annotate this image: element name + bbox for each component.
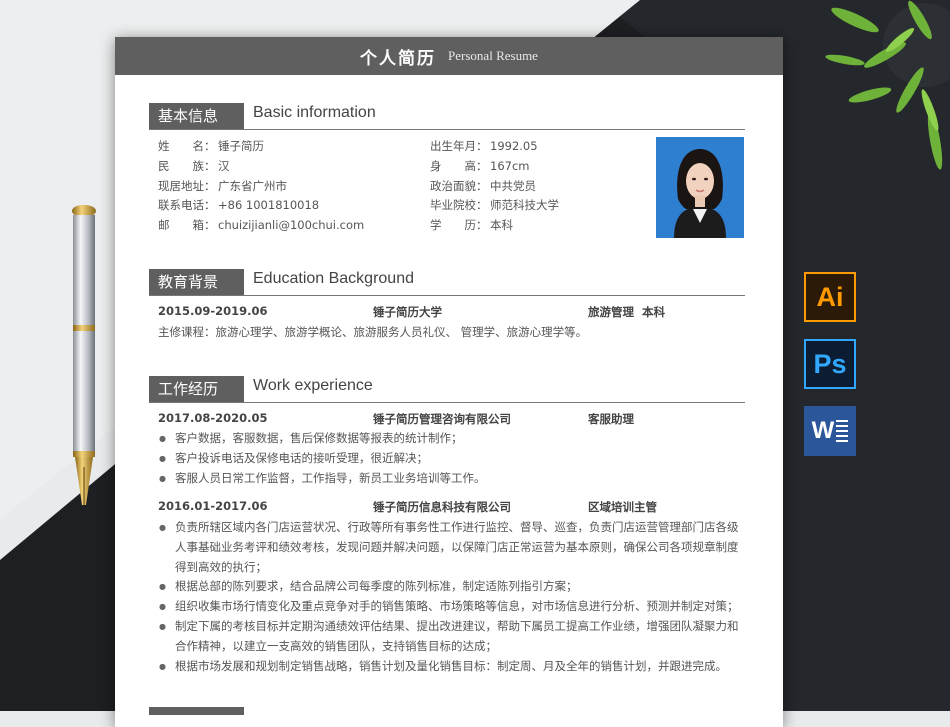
illustrator-icon-label: Ai (816, 281, 844, 312)
info-value: 167cm (490, 158, 530, 173)
education-period: 2015.09-2019.06 (158, 304, 268, 318)
info-name: 姓 名： 锤子简历 (158, 137, 364, 157)
profile-photo (656, 137, 744, 238)
info-label: 联系电话： (158, 198, 216, 213)
info-label: 现居地址： (158, 178, 216, 193)
info-value: 汉 (218, 158, 230, 173)
info-address: 现居地址： 广东省广州市 (158, 177, 364, 197)
duty-item: 客户投诉电话及保修电话的接听受理，很近解决； (159, 449, 743, 469)
basic-info-right: 出生年月： 1992.05 身 高： 167cm 政治面貌： 中共党员 毕业院校： 师范… (430, 137, 559, 236)
education-school: 锤子简历大学 (373, 305, 442, 319)
info-ethnicity: 民 族：汉 (158, 157, 364, 177)
info-height: 身 高： 167cm (430, 157, 559, 177)
job-period: 2017.08-2020.05 (158, 411, 268, 425)
section-tag: 基本信息 (149, 103, 244, 129)
resume-title-en: Personal Resume (448, 48, 538, 63)
basic-info-left: 姓 名： 锤子简历 民 族：汉 现居地址： 广东省广州市 联系电话： +86 1001… (158, 137, 364, 236)
education-major: 旅游管理 本科 (588, 305, 666, 319)
info-label: 学 历： (430, 218, 488, 233)
info-label: 邮 箱： (158, 218, 216, 233)
education-courses: 主修课程：旅游心理学、旅游学概论、旅游服务人员礼仪、 管理学、旅游心理学等。 (158, 325, 588, 339)
info-value: +86 1001810018 (218, 198, 320, 213)
job-position: 区域培训主管 (588, 500, 657, 514)
info-value: 锤子简历 (218, 139, 264, 153)
word-icon-label: W (811, 417, 835, 444)
info-value: chuizijianli@100chui.com (218, 218, 365, 233)
word-document-lines-icon (836, 420, 849, 442)
duty-item: 根据总部的陈列要求，结合品牌公司每季度的陈列标准，制定适陈列指引方案； (159, 577, 743, 597)
job-company: 锤子简历管理咨询有限公司 (373, 412, 511, 426)
info-value: 广东省广州市 (218, 178, 287, 193)
section-title-en: Basic information (253, 104, 376, 121)
section-tag: 工作经历 (149, 376, 244, 402)
info-value: 中共党员 (490, 178, 536, 193)
section-education: 教育背景 Education Background (149, 269, 745, 296)
illustrator-icon[interactable]: Ai (804, 272, 856, 322)
duty-item: 负责所辖区域内各门店运营状况、行政等所有事务性工作进行监控、督导、巡查，负责门店… (159, 518, 743, 577)
info-label: 出生年月： (430, 139, 488, 153)
info-label: 民 族： (158, 158, 216, 173)
word-icon[interactable]: W (804, 406, 856, 456)
info-value: 师范科技大学 (490, 198, 559, 213)
section-header: 基本信息 Basic information (149, 103, 745, 130)
duty-item: 根据市场发展和规划制定销售战略，销售计划及量化销售目标：制定周、月及全年的销售计… (159, 657, 743, 677)
duty-item: 制定下属的考核目标并定期沟通绩效评估结果、提出改进建议，帮助下属员工提高工作业绩… (159, 617, 743, 657)
duty-item: 客户数据，客服数据，售后保修数据等报表的统计制作； (159, 429, 743, 449)
info-label: 政治面貌： (430, 178, 488, 193)
job-period: 2016.01-2017.06 (158, 499, 268, 513)
info-phone: 联系电话： +86 1001810018 (158, 196, 364, 216)
photoshop-icon[interactable]: Ps (804, 339, 856, 389)
info-label: 姓 名： (158, 139, 216, 153)
duty-item: 组织收集市场行情变化及重点竞争对手的销售策略、市场策略等信息，对市场信息进行分析… (159, 597, 743, 617)
info-school: 毕业院校： 师范科技大学 (430, 196, 559, 216)
section-title-en: Education Background (253, 270, 414, 287)
resume-title-bar: 个人简历 Personal Resume (115, 37, 783, 75)
resume-title: 个人简历 (360, 48, 437, 69)
info-email: 邮 箱： chuizijianli@100chui.com (158, 216, 364, 236)
job-company: 锤子简历信息科技有限公司 (373, 500, 511, 514)
job-position: 客服助理 (588, 412, 634, 426)
section-title-en: Work experience (253, 377, 373, 394)
photoshop-icon-label: Ps (813, 348, 847, 379)
section-basic-info: 基本信息 Basic information (149, 103, 745, 130)
info-label: 毕业院校： (430, 198, 488, 213)
section-tag: 教育背景 (149, 269, 244, 295)
info-value: 1992.05 (490, 139, 538, 153)
section-header: 工作经历 Work experience (149, 376, 745, 403)
plant-illustration (825, 0, 950, 170)
portrait-icon (656, 137, 744, 238)
pen-illustration (72, 205, 96, 505)
info-birth: 出生年月： 1992.05 (430, 137, 559, 157)
job-duties: 客户数据，客服数据，售后保修数据等报表的统计制作； 客户投诉电话及保修电话的接听… (159, 429, 743, 488)
section-header: 教育背景 Education Background (149, 269, 745, 296)
resume-page: 个人简历 Personal Resume 基本信息 Basic informat… (115, 37, 783, 727)
info-value: 本科 (490, 218, 513, 233)
info-label: 身 高： (430, 158, 488, 173)
duty-item: 客服人员日常工作监督，工作指导，新员工业务培训等工作。 (159, 469, 743, 489)
next-section-tag (149, 707, 244, 715)
section-work: 工作经历 Work experience (149, 376, 745, 403)
info-degree: 学 历： 本科 (430, 216, 559, 236)
job-duties: 负责所辖区域内各门店运营状况、行政等所有事务性工作进行监控、督导、巡查，负责门店… (159, 518, 743, 676)
info-political: 政治面貌： 中共党员 (430, 177, 559, 197)
